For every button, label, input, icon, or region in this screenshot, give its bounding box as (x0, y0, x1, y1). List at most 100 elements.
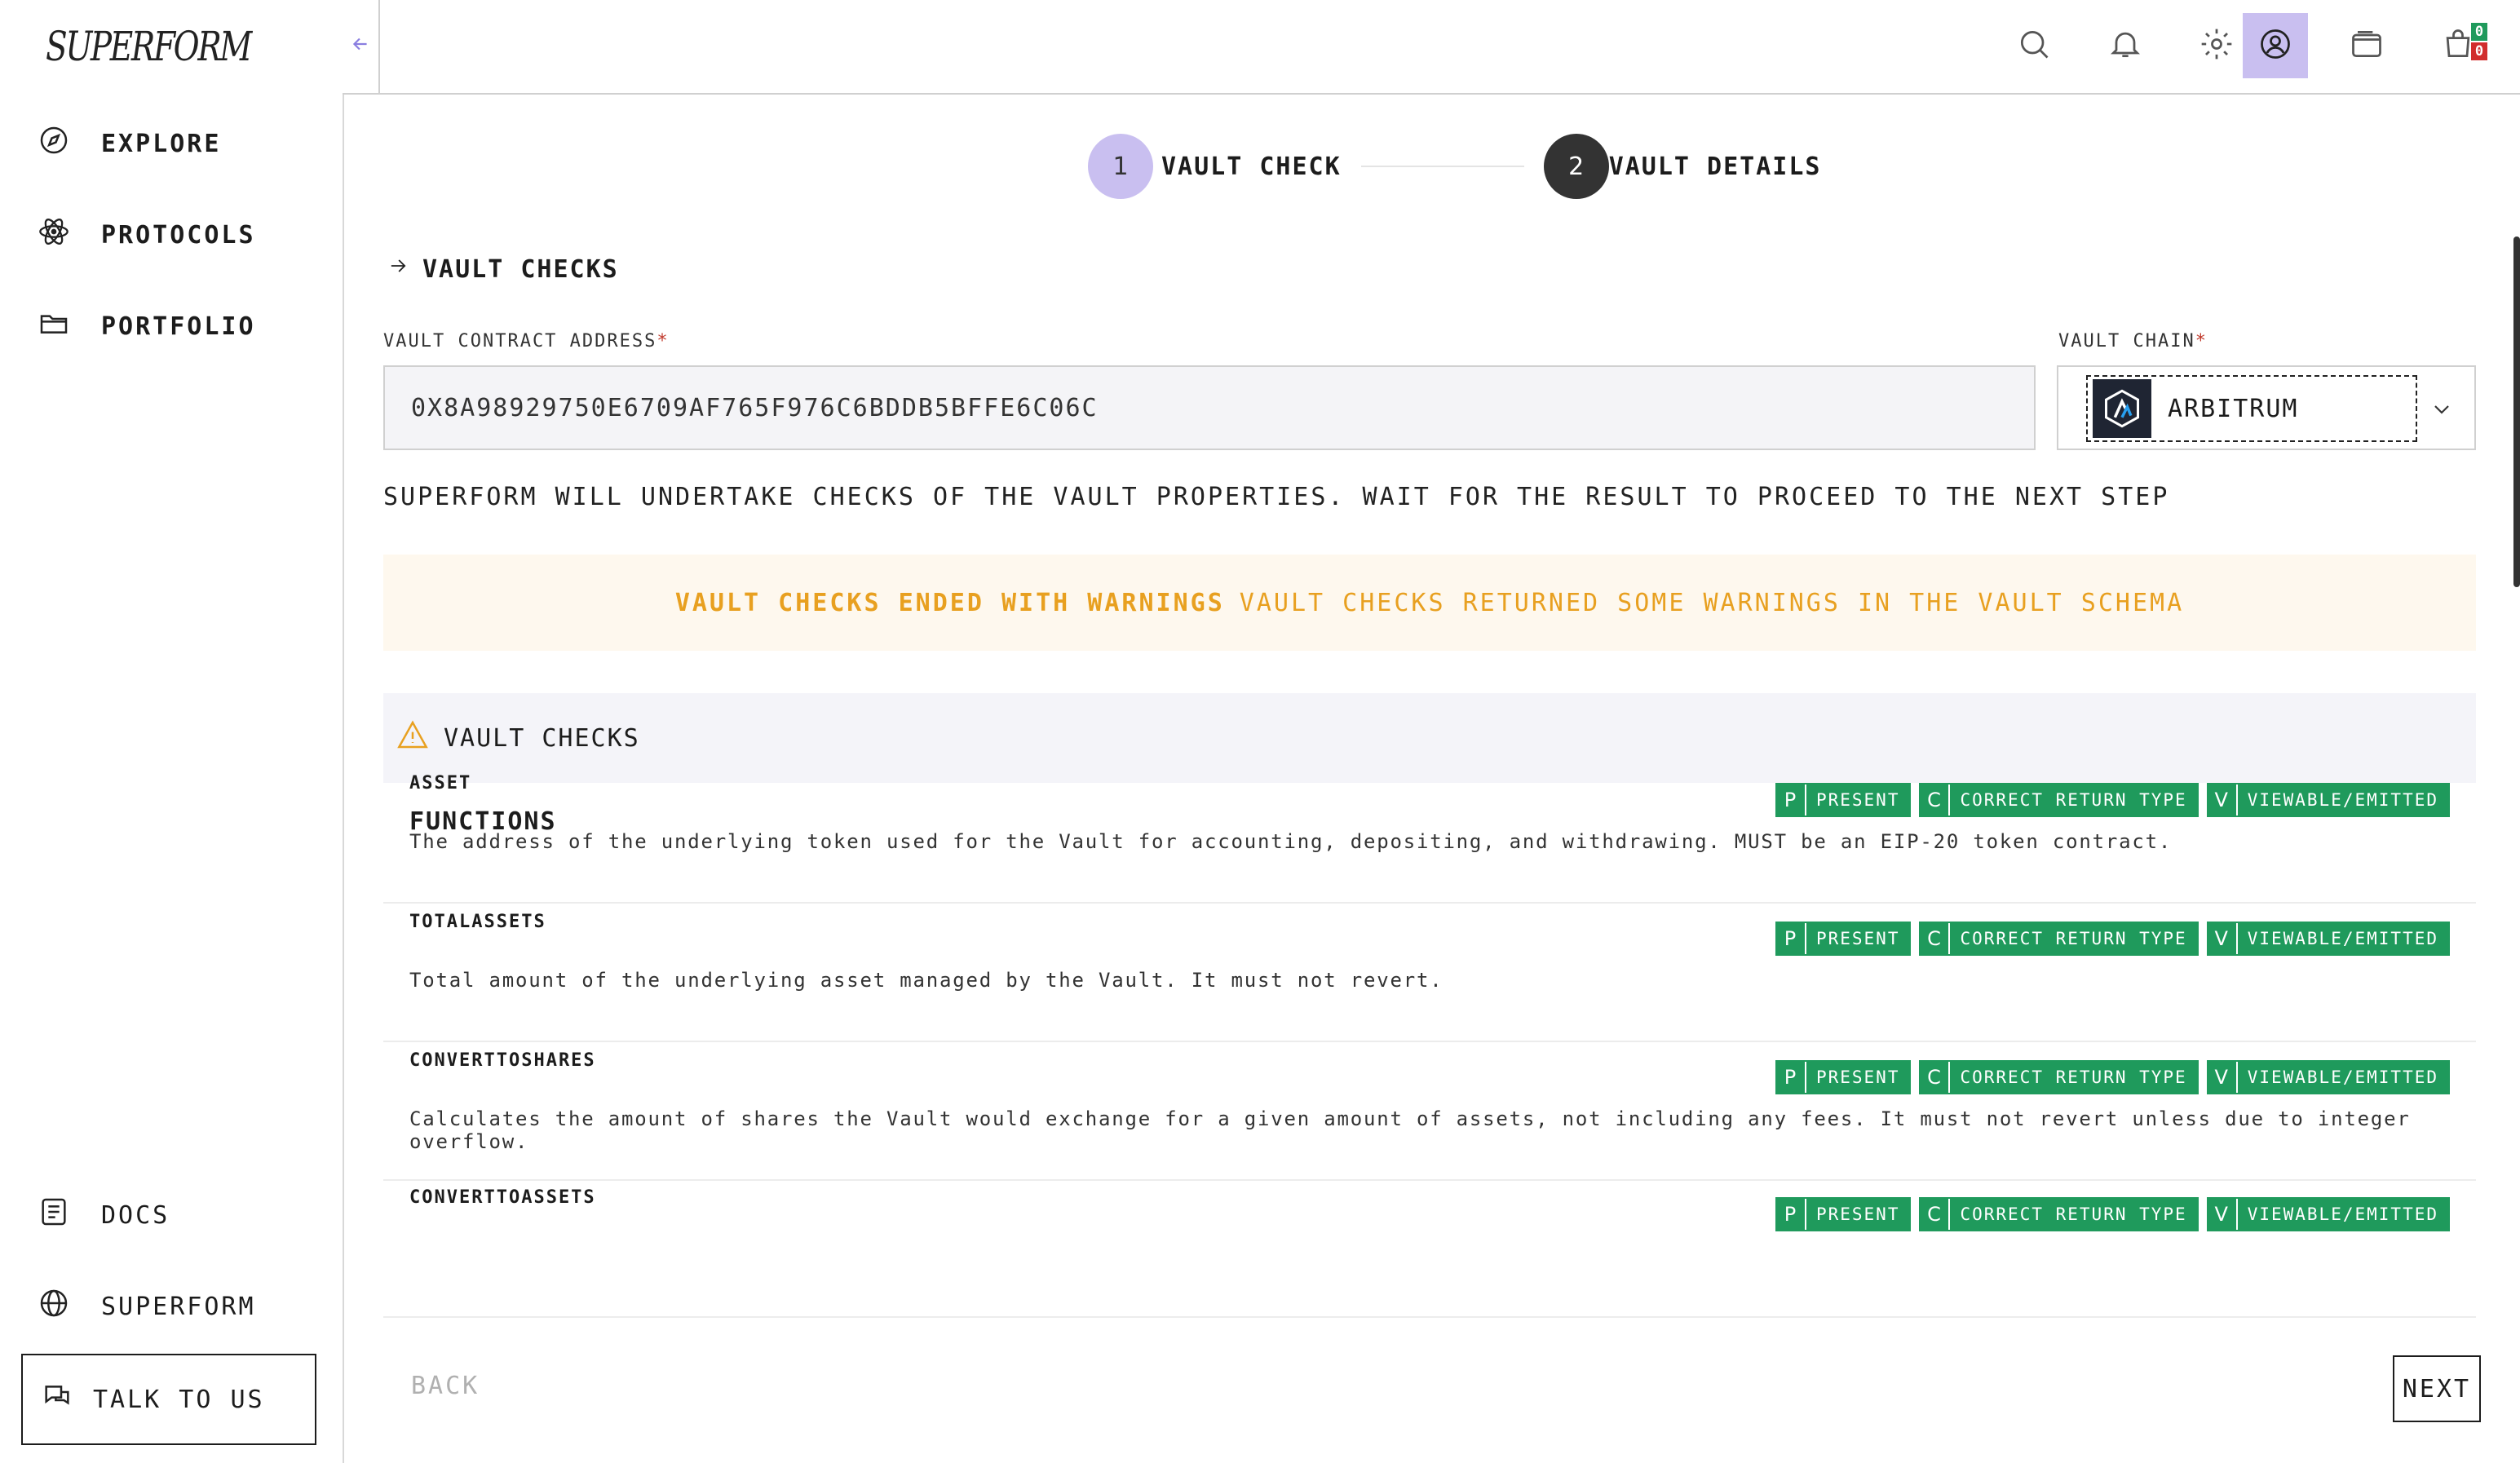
sidebar: SUPERFORM EXPLORE PROTOCOLS PORTFOLIO DO… (0, 0, 344, 1463)
vault-checks-header-label: VAULT CHECKS (444, 723, 640, 753)
cart-badge-red: 0 (2471, 42, 2487, 60)
address-label: VAULT CONTRACT ADDRESS* (383, 331, 670, 351)
user-icon (2257, 26, 2293, 65)
function-tags: P PRESENT C CORRECT RETURN TYPE V VIEWABLE/EM… (1775, 1197, 2450, 1231)
step-connector (1360, 166, 1524, 167)
function-description: Total amount of the underlying asset man… (409, 969, 1443, 992)
step-2-circle: 2 (1543, 134, 1609, 199)
tag-key: C (1921, 1062, 1951, 1093)
warning-banner: VAULT CHECKS ENDED WITH WARNINGS VAULT C… (383, 555, 2476, 651)
sidebar-item-label: SUPERFORM (101, 1292, 256, 1321)
arbitrum-logo-icon (2093, 379, 2151, 438)
sidebar-item-protocols[interactable]: PROTOCOLS (38, 215, 256, 254)
next-button[interactable]: NEXT (2393, 1355, 2481, 1422)
function-tags: P PRESENT C CORRECT RETURN TYPE V VIEWABLE/EM… (1775, 1060, 2450, 1094)
superform-logo[interactable]: SUPERFORM (46, 23, 252, 70)
atom-icon (38, 215, 70, 254)
tag-label: CORRECT RETURN TYPE (1960, 790, 2187, 810)
bell-icon (2107, 26, 2143, 65)
wallet-button[interactable] (2334, 13, 2399, 78)
tag-label: PRESENT (1815, 1067, 1900, 1087)
tag-label: CORRECT RETURN TYPE (1960, 1067, 2187, 1087)
main-content: 1 VAULT CHECK 2 VAULT DETAILS VAULT CHEC… (382, 95, 2520, 1463)
divider (343, 93, 380, 95)
cart-button[interactable]: 0 0 (2425, 13, 2491, 78)
arrow-right-icon (387, 254, 409, 284)
chat-icon (41, 1380, 73, 1419)
status-badge: P PRESENT (1775, 1197, 1912, 1231)
status-badge: C CORRECT RETURN TYPE (1919, 1060, 2199, 1094)
step-2-label: VAULT DETAILS (1608, 152, 1822, 181)
info-text: SUPERFORM WILL UNDERTAKE CHECKS OF THE V… (383, 483, 2170, 511)
tag-label: PRESENT (1815, 1204, 1900, 1224)
function-name: ASSET (409, 773, 472, 793)
back-button[interactable]: BACK (395, 1359, 497, 1413)
status-badge: V VIEWABLE/EMITTED (2206, 1060, 2450, 1094)
sidebar-item-explore[interactable]: EXPLORE (38, 124, 221, 163)
step-1-label: VAULT CHECK (1161, 152, 1342, 181)
scrollbar[interactable] (2513, 236, 2520, 587)
chain-name: ARBITRUM (2168, 394, 2299, 423)
sidebar-item-label: PROTOCOLS (101, 220, 256, 250)
tag-label: CORRECT RETURN TYPE (1960, 1204, 2187, 1224)
function-tags: P PRESENT C CORRECT RETURN TYPE V VIEWABLE/EM… (1775, 922, 2450, 956)
tag-key: C (1921, 1199, 1951, 1230)
warning-message: VAULT CHECKS RETURNED SOME WARNINGS IN T… (1239, 588, 2185, 617)
function-row: TOTALASSETS P PRESENT C CORRECT RETURN TYPE V… (383, 904, 2476, 1042)
cart-badge-green: 0 (2471, 23, 2487, 41)
function-name: CONVERTTOSHARES (409, 1050, 596, 1071)
sidebar-item-superform[interactable]: SUPERFORM (38, 1287, 256, 1326)
tag-key: C (1921, 923, 1951, 954)
account-button[interactable] (2243, 13, 2308, 78)
status-badge: C CORRECT RETURN TYPE (1919, 922, 2199, 956)
section-title-text: VAULT CHECKS (422, 254, 619, 284)
tag-label: VIEWABLE/EMITTED (2247, 929, 2438, 948)
section-title: VAULT CHECKS (387, 254, 619, 284)
status-badge: C CORRECT RETURN TYPE (1919, 783, 2199, 817)
folder-icon (38, 307, 70, 346)
tag-key: V (2208, 923, 2238, 954)
tag-key: V (2208, 785, 2238, 815)
status-badge: P PRESENT (1775, 1060, 1912, 1094)
status-badge: V VIEWABLE/EMITTED (2206, 783, 2450, 817)
globe-icon (38, 1287, 70, 1326)
status-badge: P PRESENT (1775, 783, 1912, 817)
tag-key: C (1921, 785, 1951, 815)
sidebar-item-label: DOCS (101, 1200, 170, 1230)
settings-button[interactable] (2184, 13, 2249, 78)
tag-label: VIEWABLE/EMITTED (2247, 1204, 2438, 1224)
sidebar-item-docs[interactable]: DOCS (38, 1196, 170, 1235)
status-badge: C CORRECT RETURN TYPE (1919, 1197, 2199, 1231)
vault-address-input[interactable] (383, 365, 2036, 450)
tag-label: PRESENT (1815, 929, 1900, 948)
chain-selected-option[interactable]: ARBITRUM (2086, 375, 2417, 442)
collapse-sidebar-button[interactable] (343, 0, 380, 95)
notifications-button[interactable] (2093, 13, 2158, 78)
function-description: The address of the underlying token used… (409, 830, 2173, 853)
function-name: TOTALASSETS (409, 912, 546, 932)
talk-to-us-label: TALK TO US (93, 1385, 265, 1414)
tag-label: VIEWABLE/EMITTED (2247, 790, 2438, 810)
warning-title: VAULT CHECKS ENDED WITH WARNINGS (674, 588, 1225, 617)
tag-key: P (1777, 1199, 1806, 1230)
sidebar-item-label: PORTFOLIO (101, 312, 256, 341)
sidebar-item-portfolio[interactable]: PORTFOLIO (38, 307, 256, 346)
function-description: Calculates the amount of shares the Vaul… (409, 1107, 2411, 1153)
chevron-down-icon (2429, 396, 2455, 422)
tag-key: P (1777, 1062, 1806, 1093)
function-row: CONVERTTOSHARES P PRESENT C CORRECT RETURN T… (383, 1042, 2476, 1181)
tag-label: CORRECT RETURN TYPE (1960, 929, 2187, 948)
tag-key: V (2208, 1062, 2238, 1093)
status-badge: V VIEWABLE/EMITTED (2206, 1197, 2450, 1231)
tag-label: PRESENT (1815, 790, 1900, 810)
talk-to-us-button[interactable]: TALK TO US (21, 1354, 316, 1445)
status-badge: V VIEWABLE/EMITTED (2206, 922, 2450, 956)
search-button[interactable] (2001, 13, 2067, 78)
arrow-left-icon (350, 33, 371, 61)
tag-key: V (2208, 1199, 2238, 1230)
sidebar-item-label: EXPLORE (101, 129, 222, 158)
vault-chain-select[interactable]: ARBITRUM (2057, 365, 2476, 450)
function-row: ASSET P PRESENT C CORRECT RETURN TYPE V VIEWAB… (383, 765, 2476, 904)
stepper: 1 VAULT CHECK 2 VAULT DETAILS (1088, 134, 1822, 199)
function-row: CONVERTTOASSETS P PRESENT C CORRECT RETURN T… (383, 1179, 2476, 1318)
